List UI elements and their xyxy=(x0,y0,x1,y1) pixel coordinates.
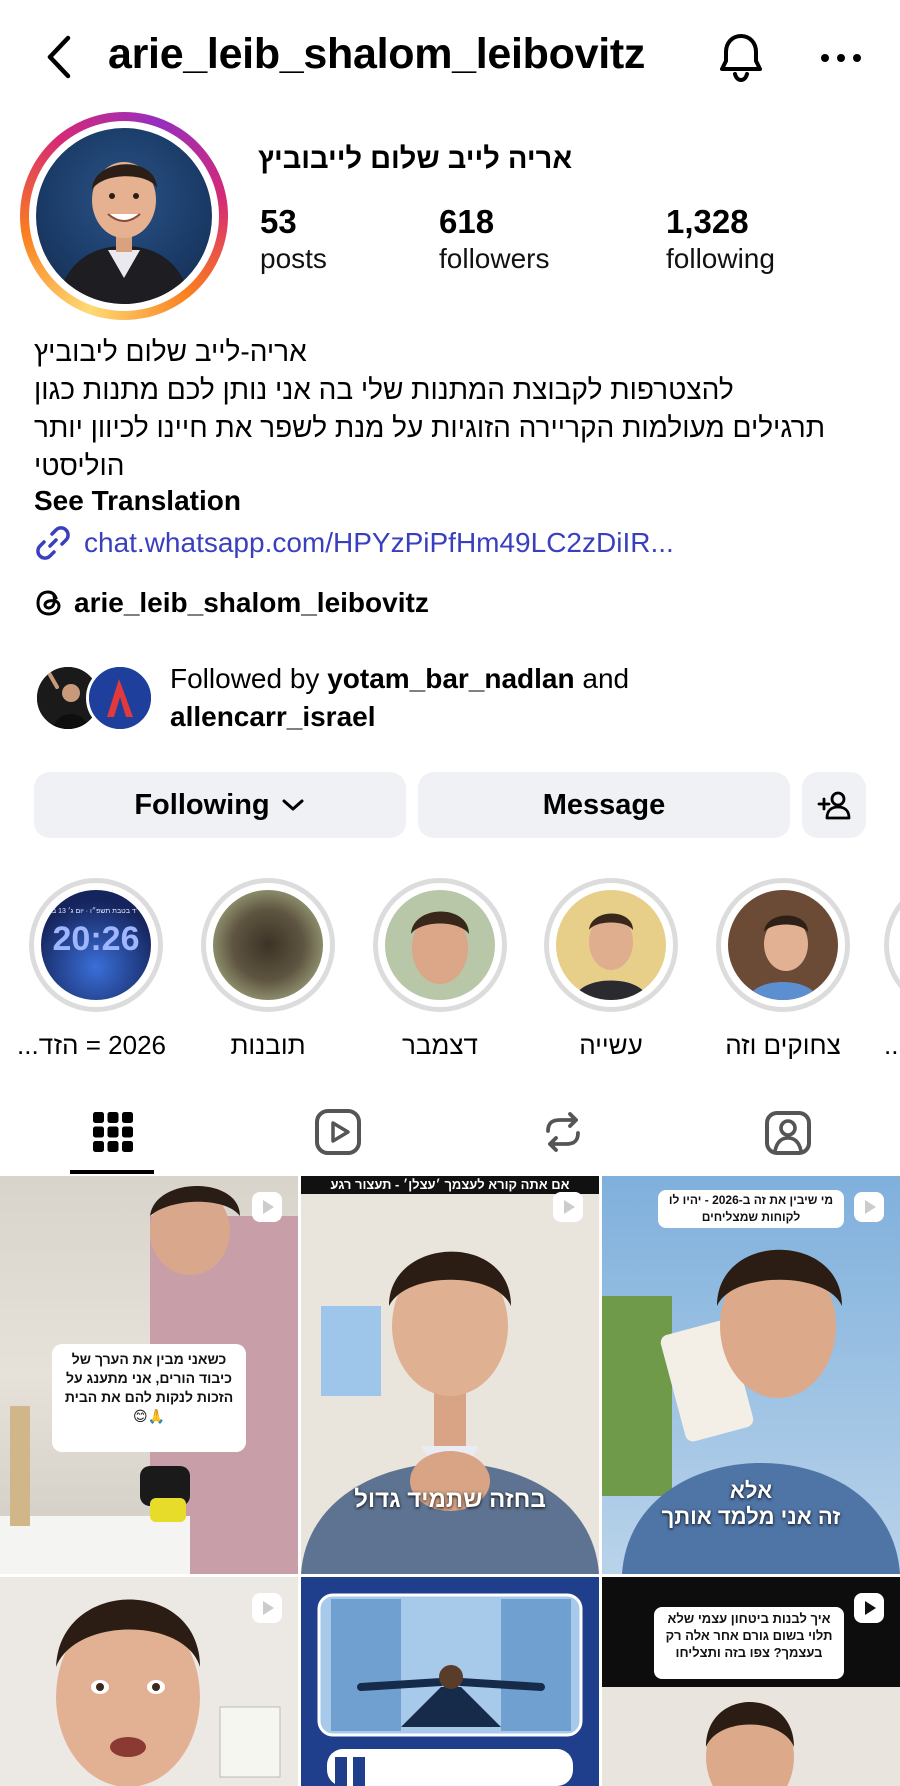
post-thumbnail[interactable] xyxy=(301,1577,599,1786)
story-highlight[interactable]: תובנות xyxy=(198,878,338,1061)
story-highlight[interactable]: ... xyxy=(884,878,900,1061)
more-horizontal-icon[interactable] xyxy=(818,38,864,78)
tab-reposts[interactable] xyxy=(450,1090,675,1174)
reel-icon xyxy=(553,1192,583,1222)
highlight-cover: ל״ד בטבת תשפ״ו · יום ג׳ 13 ביו 20:26 xyxy=(41,890,151,1000)
post-thumbnail[interactable]: איך לבנות ביטחון עצמי שלא תלוי בשום גורם… xyxy=(602,1577,900,1786)
reel-icon xyxy=(252,1593,282,1623)
highlight-label: צחוקים וזה xyxy=(725,1030,841,1060)
profile-username: arie_leib_shalom_leibovitz xyxy=(108,30,646,78)
profile-avatar[interactable] xyxy=(20,112,228,320)
highlight-date: ל״ד בטבת תשפ״ו · יום ג׳ 13 ביו xyxy=(48,908,144,915)
chevron-down-icon xyxy=(282,799,304,811)
threads-handle: arie_leib_shalom_leibovitz xyxy=(74,587,429,618)
highlight-ring xyxy=(884,878,900,1012)
following-stat[interactable]: 1,328 following xyxy=(666,203,775,277)
followers-stat[interactable]: 618 followers xyxy=(439,203,549,277)
followed-by[interactable]: Followed by yotam_bar_nadlan and allenca… xyxy=(34,660,874,740)
post-thumbnail[interactable]: מי שיבין את זה ב-2026 - יהיו לו לקוחות ש… xyxy=(602,1176,900,1574)
story-highlight[interactable]: צחוקים וזה xyxy=(713,878,853,1061)
post-thumbnail[interactable]: כשאני מבין את הערך של כיבוד הורים, אני מ… xyxy=(0,1176,298,1574)
post-image xyxy=(317,1593,583,1786)
threads-icon xyxy=(36,590,61,616)
highlight-ring xyxy=(201,878,335,1012)
followed-by-prefix: Followed by xyxy=(170,663,328,694)
link-icon xyxy=(36,526,70,560)
highlight-cover xyxy=(213,890,323,1000)
profile-tabs xyxy=(0,1090,900,1174)
posts-label: posts xyxy=(260,243,327,274)
add-user-icon xyxy=(817,791,851,820)
post-caption: כשאני מבין את הערך של כיבוד הורים, אני מ… xyxy=(64,1351,234,1424)
post-thumbnail[interactable]: אם אתה קורא לעצמך ׳עצלן׳ - תעצור רגע בחז… xyxy=(301,1176,599,1574)
reels-icon xyxy=(314,1109,361,1155)
reel-icon xyxy=(854,1192,884,1222)
bell-icon[interactable] xyxy=(713,30,769,86)
bio-line: להצטרפות לקבוצת המתנות שלי בה אני נותן ל… xyxy=(34,374,734,405)
highlight-ring xyxy=(373,878,507,1012)
active-tab-indicator xyxy=(70,1170,154,1174)
followed-by-joiner: and xyxy=(574,663,630,694)
follower-username[interactable]: yotam_bar_nadlan xyxy=(327,663,574,694)
bio-link[interactable]: chat.whatsapp.com/HPYzPiPfHm49LC2zDiIR..… xyxy=(34,523,674,563)
highlight-label: 2026 = הזד... xyxy=(17,1030,166,1060)
story-highlight[interactable]: עשייה xyxy=(541,878,681,1061)
message-button-label: Message xyxy=(542,788,666,821)
reel-icon xyxy=(252,1192,282,1222)
message-button[interactable]: Message xyxy=(418,772,790,838)
post-caption: איך לבנות ביטחון עצמי שלא תלוי בשום גורם… xyxy=(665,1611,833,1660)
posts-grid: כשאני מבין את הערך של כיבוד הורים, אני מ… xyxy=(0,1176,900,1786)
follower-avatar xyxy=(86,664,154,732)
highlight-cover xyxy=(556,890,666,1000)
top-bar: arie_leib_shalom_leibovitz xyxy=(0,0,900,118)
reel-icon xyxy=(854,1593,884,1623)
grid-icon xyxy=(92,1112,133,1152)
follower-username[interactable]: allencarr_israel xyxy=(170,701,376,732)
tab-tagged[interactable] xyxy=(675,1090,900,1174)
see-translation-link[interactable]: See Translation xyxy=(34,485,241,517)
story-highlight[interactable]: ל״ד בטבת תשפ״ו · יום ג׳ 13 ביו 20:26 202… xyxy=(17,878,166,1061)
threads-badge[interactable]: arie_leib_shalom_leibovitz xyxy=(34,587,429,619)
display-name: אריה לייב שלום לייבוביץ xyxy=(258,143,573,175)
tagged-icon xyxy=(764,1111,811,1155)
followers-label: followers xyxy=(439,243,550,274)
bio: אריה-לייב שלום ליבוביץ להצטרפות לקבוצת ה… xyxy=(34,333,864,485)
followers-count: 618 xyxy=(439,203,495,240)
highlight-label: דצמבר xyxy=(402,1030,478,1060)
highlight-cover xyxy=(728,890,838,1000)
following-button-label: Following xyxy=(134,788,270,821)
chevron-left-icon[interactable] xyxy=(40,32,80,82)
story-highlight[interactable]: דצמבר xyxy=(370,878,510,1061)
post-image xyxy=(301,1251,599,1574)
post-thumbnail[interactable] xyxy=(0,1577,298,1786)
highlight-label: עשייה xyxy=(579,1030,643,1060)
following-label: following xyxy=(666,243,775,274)
bio-line: הוליסטי xyxy=(34,450,125,481)
reposts-icon xyxy=(545,1112,580,1152)
bio-line: אריה-לייב שלום ליבוביץ xyxy=(34,336,307,367)
post-caption: אלא זה אני מלמד אותך xyxy=(661,1478,841,1529)
suggest-users-button[interactable] xyxy=(802,772,866,838)
highlight-clock: 20:26 xyxy=(52,920,140,958)
posts-count: 53 xyxy=(260,203,297,240)
post-top-caption: מי שיבין את זה ב-2026 - יהיו לו לקוחות ש… xyxy=(668,1193,834,1224)
following-button[interactable]: Following xyxy=(34,772,406,838)
highlight-cover xyxy=(385,890,495,1000)
following-count: 1,328 xyxy=(666,203,749,240)
tab-posts[interactable] xyxy=(0,1090,225,1174)
post-caption: בחזה שתמיד גדול xyxy=(354,1486,546,1513)
followed-by-text: Followed by yotam_bar_nadlan and allenca… xyxy=(170,660,629,736)
highlight-label: ... xyxy=(884,1030,900,1060)
highlight-ring xyxy=(544,878,678,1012)
bio-line: תרגילים מעולמות הקריירה הזוגיות על מנת ל… xyxy=(34,412,826,443)
highlight-ring xyxy=(716,878,850,1012)
highlight-ring: ל״ד בטבת תשפ״ו · יום ג׳ 13 ביו 20:26 xyxy=(29,878,163,1012)
highlight-label: תובנות xyxy=(230,1030,306,1060)
bio-link-text[interactable]: chat.whatsapp.com/HPYzPiPfHm49LC2zDiIR..… xyxy=(84,527,674,559)
avatar-photo xyxy=(36,128,212,304)
posts-stat[interactable]: 53 posts xyxy=(260,203,327,277)
avatar-portrait xyxy=(56,162,192,304)
tab-reels[interactable] xyxy=(225,1090,450,1174)
